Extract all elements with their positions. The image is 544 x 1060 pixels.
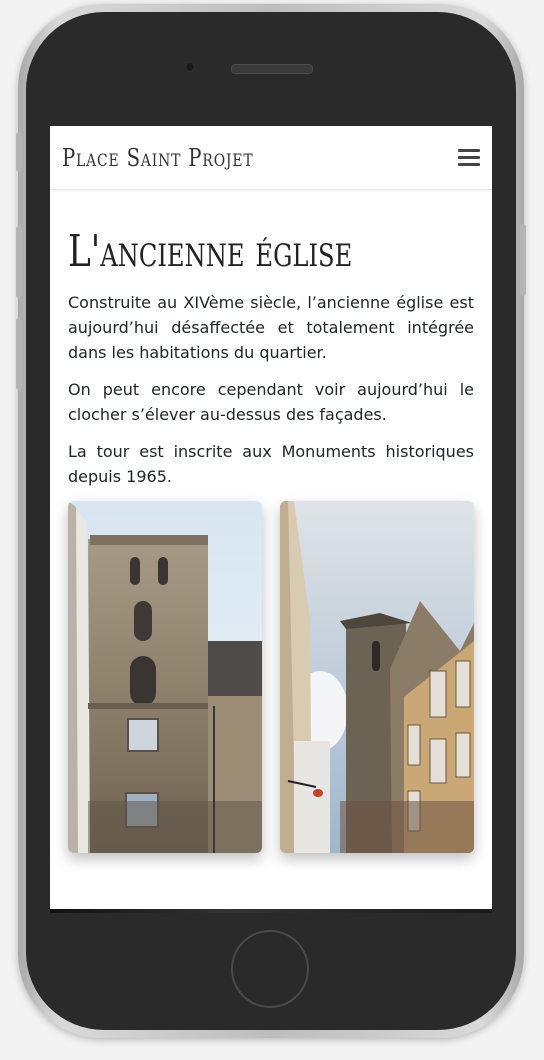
volume-up-button xyxy=(16,226,22,298)
menu-bar xyxy=(458,149,480,152)
church-street-image xyxy=(280,501,474,853)
church-street-photo[interactable] xyxy=(280,501,474,853)
paragraph: La tour est inscrite aux Monuments histo… xyxy=(68,442,474,486)
paragraph: On peut encore cependant voir aujourd’hu… xyxy=(68,380,474,424)
menu-bar xyxy=(458,156,480,159)
front-camera xyxy=(185,62,195,72)
church-tower-image xyxy=(68,501,262,853)
main-content: L'ancienne église Construite au XIVème s… xyxy=(50,230,492,853)
navbar: Place Saint Projet xyxy=(50,126,492,190)
home-button[interactable] xyxy=(231,930,309,1008)
screen-bottom-edge xyxy=(50,909,492,913)
earpiece-speaker xyxy=(231,64,313,74)
church-tower-photo[interactable] xyxy=(68,501,262,853)
volume-down-button xyxy=(16,318,22,390)
device-screen: Place Saint Projet L'ancienne église Con… xyxy=(50,126,492,912)
hamburger-menu-icon[interactable] xyxy=(458,149,480,166)
brand-title[interactable]: Place Saint Projet xyxy=(62,144,253,172)
power-button xyxy=(520,224,526,296)
page-title: L'ancienne église xyxy=(68,226,353,277)
photo-gallery xyxy=(68,501,474,853)
menu-bar xyxy=(458,163,480,166)
mute-switch xyxy=(16,132,22,172)
paragraph: Construite au XIVème siècle, l’ancienne … xyxy=(68,293,474,362)
